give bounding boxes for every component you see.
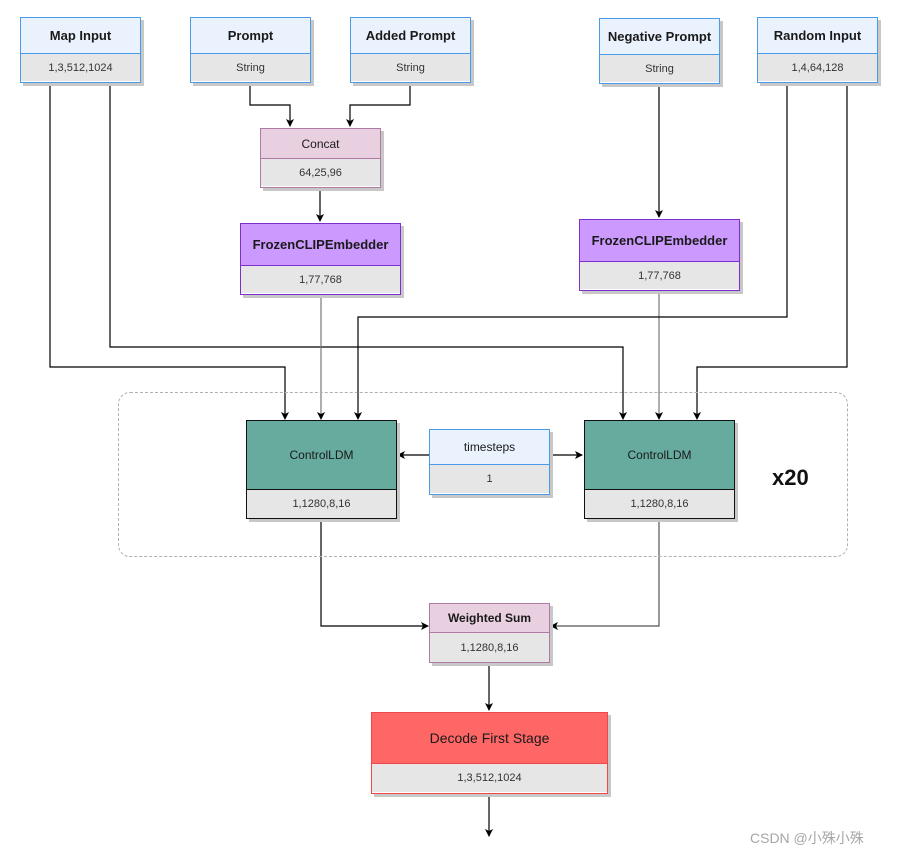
- node-shape: 64,25,96: [261, 159, 380, 186]
- edge-added-prompt-to-concat: [346, 84, 411, 127]
- node-map-input[interactable]: Map Input 1,3,512,1024: [20, 17, 141, 83]
- node-title: Map Input: [21, 18, 140, 54]
- node-shape: 1,1280,8,16: [585, 490, 734, 518]
- node-shape: 1,3,512,1024: [21, 54, 140, 81]
- node-controlldm-left[interactable]: ControlLDM 1,1280,8,16: [246, 420, 397, 519]
- node-added-prompt[interactable]: Added Prompt String: [350, 17, 471, 83]
- node-shape: 1,1280,8,16: [430, 633, 549, 662]
- node-title: ControlLDM: [247, 421, 396, 490]
- node-title: Prompt: [191, 18, 310, 54]
- node-shape: 1: [430, 465, 549, 493]
- edge-prompt-to-concat: [249, 84, 294, 127]
- node-title: Negative Prompt: [600, 19, 719, 55]
- node-shape: 1,3,512,1024: [372, 764, 607, 792]
- node-title: Weighted Sum: [430, 604, 549, 633]
- node-shape: 1,77,768: [241, 266, 400, 293]
- node-controlldm-right[interactable]: ControlLDM 1,1280,8,16: [584, 420, 735, 519]
- node-frozen-clip-embedder-left[interactable]: FrozenCLIPEmbedder 1,77,768: [240, 223, 401, 295]
- node-title: FrozenCLIPEmbedder: [241, 224, 400, 266]
- node-timesteps[interactable]: timesteps 1: [429, 429, 550, 495]
- node-shape: 1,1280,8,16: [247, 490, 396, 518]
- node-title: Decode First Stage: [372, 713, 607, 764]
- node-shape: 1,4,64,128: [758, 54, 877, 81]
- node-negative-prompt[interactable]: Negative Prompt String: [599, 18, 720, 84]
- node-shape: String: [351, 54, 470, 81]
- node-decode-first-stage[interactable]: Decode First Stage 1,3,512,1024: [371, 712, 608, 794]
- node-title: FrozenCLIPEmbedder: [580, 220, 739, 262]
- node-shape: String: [191, 54, 310, 81]
- node-frozen-clip-embedder-right[interactable]: FrozenCLIPEmbedder 1,77,768: [579, 219, 740, 291]
- node-title: Concat: [261, 129, 380, 159]
- node-title: Added Prompt: [351, 18, 470, 54]
- node-concat[interactable]: Concat 64,25,96: [260, 128, 381, 188]
- node-title: Random Input: [758, 18, 877, 54]
- loop-count-label: x20: [772, 465, 809, 490]
- node-weighted-sum[interactable]: Weighted Sum 1,1280,8,16: [429, 603, 550, 663]
- node-shape: 1,77,768: [580, 262, 739, 289]
- node-random-input[interactable]: Random Input 1,4,64,128: [757, 17, 878, 83]
- node-shape: String: [600, 55, 719, 82]
- node-title: timesteps: [430, 430, 549, 465]
- node-title: ControlLDM: [585, 421, 734, 490]
- watermark: CSDN @小殊小殊: [750, 830, 864, 846]
- node-prompt[interactable]: Prompt String: [190, 17, 311, 83]
